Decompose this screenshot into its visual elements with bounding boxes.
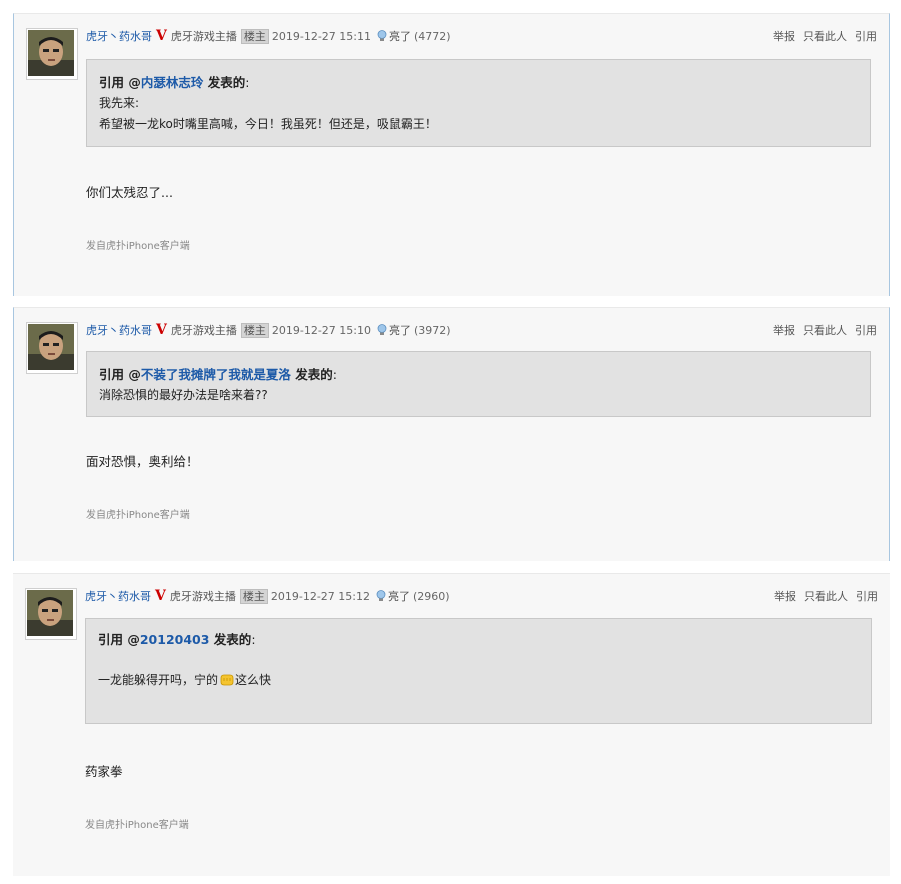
quote-link[interactable]: 引用 (856, 590, 878, 603)
verified-v-icon: V (155, 588, 166, 604)
quote-block: 引用 @20120403 发表的: 一龙能躲得开吗，宁的 这么快 (85, 618, 872, 724)
reply-post-3: 虎牙丶药水哥 V 虎牙游戏主播 楼主 2019-12-27 15:12 亮了 (2960) … (13, 573, 890, 876)
quote-colon: : (251, 632, 256, 647)
report-link[interactable]: 举报 (774, 590, 796, 603)
quote-line: 消除恐惧的最好办法是啥来着?? (99, 388, 268, 402)
quote-line-end: 这么快 (235, 673, 272, 687)
quote-colon: : (245, 75, 250, 90)
light-label[interactable]: 亮了 (388, 590, 410, 603)
light-count: (3972) (414, 324, 451, 337)
username-link[interactable]: 虎牙丶药水哥 (86, 30, 152, 43)
report-link[interactable]: 举报 (773, 324, 795, 337)
quote-line: 我先来: (99, 96, 140, 110)
light-count: (2960) (413, 590, 450, 603)
light-label[interactable]: 亮了 (389, 324, 411, 337)
op-badge: 楼主 (239, 589, 268, 604)
post-time: 2019-12-27 15:10 (271, 324, 371, 337)
light-label[interactable]: 亮了 (389, 30, 411, 43)
lightbulb-icon[interactable] (377, 30, 387, 45)
only-this-user-link[interactable]: 只看此人 (803, 30, 847, 43)
user-role: 虎牙游戏主播 (169, 590, 236, 603)
reply-post-1: 虎牙丶药水哥 V 虎牙游戏主播 楼主 2019-12-27 15:11 亮了 (4772) … (13, 13, 890, 296)
lightbulb-icon[interactable] (376, 590, 386, 605)
post-time: 2019-12-27 15:11 (271, 30, 371, 43)
quote-line-start: 一龙能躲得开吗，宁的 (98, 673, 219, 687)
quoted-user-link[interactable]: 20120403 (140, 632, 210, 647)
quote-colon: : (332, 367, 337, 382)
op-badge: 楼主 (240, 29, 269, 44)
lightbulb-icon[interactable] (377, 324, 387, 339)
light-count: (4772) (414, 30, 451, 43)
quote-link[interactable]: 引用 (855, 30, 877, 43)
only-this-user-link[interactable]: 只看此人 (804, 590, 848, 603)
quote-block: 引用 @内瑟林志玲 发表的: 我先来: 希望被一龙ko时嘴里高喊，今日！我虽死！… (86, 59, 871, 147)
post-actions: 举报 只看此人 引用 (765, 28, 877, 44)
username-link[interactable]: 虎牙丶药水哥 (86, 324, 152, 337)
username-link[interactable]: 虎牙丶药水哥 (85, 590, 151, 603)
op-badge: 楼主 (240, 323, 269, 338)
verified-v-icon: V (156, 28, 167, 44)
report-link[interactable]: 举报 (773, 30, 795, 43)
post-meta: 虎牙丶药水哥 V 虎牙游戏主播 楼主 2019-12-27 15:12 亮了 (2960) … (85, 588, 878, 606)
post-source-link[interactable]: 发自虎扑iPhone客户端 (86, 506, 190, 521)
post-time: 2019-12-27 15:12 (270, 590, 370, 603)
user-role: 虎牙游戏主播 (170, 324, 237, 337)
quote-suffix: 发表的 (209, 632, 252, 647)
post-body: 你们太残忍了... (86, 185, 173, 200)
user-role: 虎牙游戏主播 (170, 30, 237, 43)
quote-link[interactable]: 引用 (855, 324, 877, 337)
user-avatar[interactable] (25, 588, 77, 640)
reply-post-2: 虎牙丶药水哥 V 虎牙游戏主播 楼主 2019-12-27 15:10 亮了 (3972) … (13, 307, 890, 561)
post-source-link[interactable]: 发自虎扑iPhone客户端 (85, 816, 189, 831)
quote-block: 引用 @不装了我摊牌了我就是夏洛 发表的: 消除恐惧的最好办法是啥来着?? (86, 351, 871, 417)
quote-header: 引用 @不装了我摊牌了我就是夏洛 发表的: (99, 364, 858, 385)
post-body: 药家拳 (85, 764, 123, 779)
quote-line: 一龙能躲得开吗，宁的 这么快 (98, 670, 859, 694)
post-actions: 举报 只看此人 引用 (766, 588, 878, 604)
user-avatar[interactable] (26, 322, 78, 374)
quote-prefix: 引用 @ (98, 632, 140, 647)
post-body: 面对恐惧，奥利给！ (86, 454, 199, 469)
quote-suffix: 发表的 (203, 75, 246, 90)
quote-prefix: 引用 @ (99, 367, 141, 382)
quote-suffix: 发表的 (290, 367, 333, 382)
fist-emoji-icon (219, 673, 234, 694)
quote-line: 希望被一龙ko时嘴里高喊，今日！我虽死！但还是，吸鼠霸王！ (99, 117, 437, 131)
post-source-link[interactable]: 发自虎扑iPhone客户端 (86, 237, 190, 252)
only-this-user-link[interactable]: 只看此人 (803, 324, 847, 337)
quoted-user-link[interactable]: 不装了我摊牌了我就是夏洛 (141, 367, 291, 382)
quote-prefix: 引用 @ (99, 75, 141, 90)
verified-v-icon: V (156, 322, 167, 338)
post-meta: 虎牙丶药水哥 V 虎牙游戏主播 楼主 2019-12-27 15:11 亮了 (4772) … (86, 28, 877, 46)
post-actions: 举报 只看此人 引用 (765, 322, 877, 338)
quote-header: 引用 @20120403 发表的: (98, 629, 859, 650)
quote-header: 引用 @内瑟林志玲 发表的: (99, 72, 858, 93)
post-meta: 虎牙丶药水哥 V 虎牙游戏主播 楼主 2019-12-27 15:10 亮了 (3972) … (86, 322, 877, 340)
quoted-user-link[interactable]: 内瑟林志玲 (141, 75, 204, 90)
user-avatar[interactable] (26, 28, 78, 80)
